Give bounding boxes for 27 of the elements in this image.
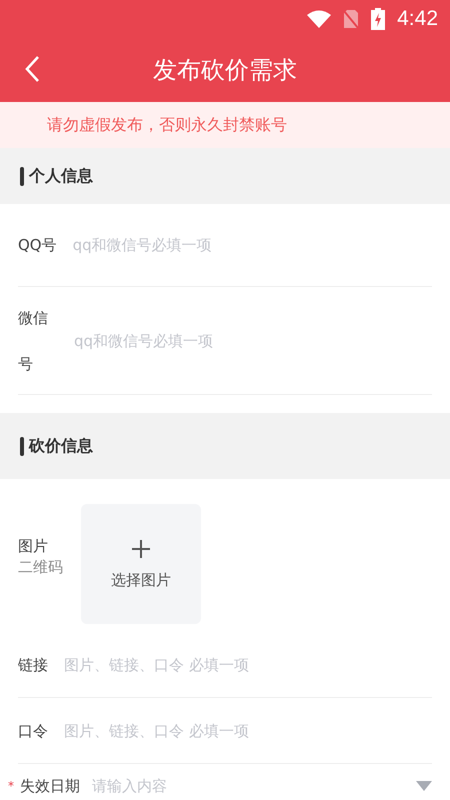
- input-field[interactable]: 图片、链接、口令 必填一项: [62, 654, 432, 674]
- no-sim-icon: [343, 8, 360, 28]
- page-title: 发布砍价需求: [153, 54, 297, 86]
- choose-image-button[interactable]: 选择图片: [81, 504, 201, 624]
- warning-text: 请勿虚假发布，否则永久封禁账号: [47, 114, 287, 136]
- section-marker: [20, 166, 24, 186]
- field-label: 图片: [18, 536, 49, 557]
- input-field[interactable]: 图片、链接、口令 必填一项: [62, 720, 432, 740]
- input-field[interactable]: qq和微信号必填一项: [72, 330, 432, 350]
- section-title: 砍价信息: [29, 436, 93, 456]
- field-label: 链接: [18, 654, 48, 676]
- status-time: 4:42: [397, 6, 438, 30]
- field-label: 口令: [18, 720, 48, 742]
- back-icon[interactable]: [24, 55, 40, 83]
- field-label: QQ号: [18, 235, 57, 256]
- section-marker: [20, 436, 24, 456]
- input-field[interactable]: qq和微信号必填一项: [70, 235, 432, 255]
- dropdown-icon[interactable]: [416, 781, 432, 791]
- section-title: 个人信息: [29, 166, 93, 186]
- field-label: 微信号: [18, 308, 49, 374]
- battery-charging-icon: [371, 8, 386, 30]
- field-sublabel: 二维码: [18, 558, 63, 577]
- plus-icon: [131, 538, 151, 558]
- required-mark: *: [8, 779, 14, 793]
- field-label: 失效日期: [20, 776, 80, 796]
- wifi-icon: [307, 10, 332, 28]
- date-field[interactable]: 请输入内容: [90, 776, 410, 796]
